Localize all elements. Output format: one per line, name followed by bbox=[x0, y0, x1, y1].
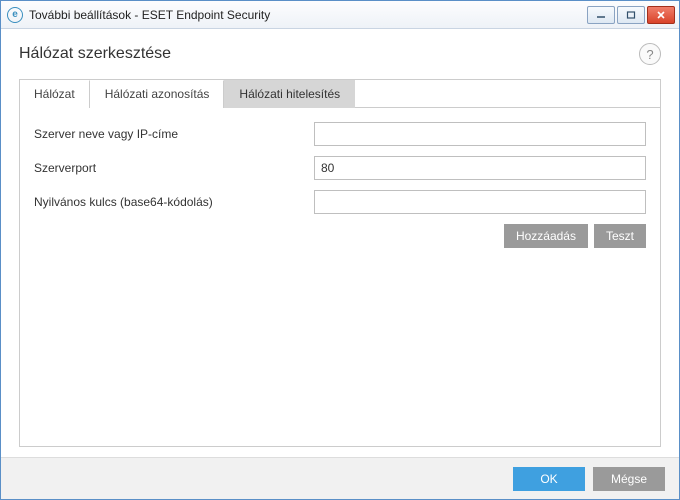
input-server-name[interactable] bbox=[314, 122, 646, 146]
window-title: További beállítások - ESET Endpoint Secu… bbox=[29, 8, 587, 22]
input-server-port[interactable] bbox=[314, 156, 646, 180]
app-icon: e bbox=[7, 7, 23, 23]
window-frame: e További beállítások - ESET Endpoint Se… bbox=[0, 0, 680, 500]
label-public-key: Nyilvános kulcs (base64-kódolás) bbox=[34, 195, 314, 209]
button-label: OK bbox=[540, 472, 557, 486]
button-label: Teszt bbox=[606, 229, 634, 243]
row-server-port: Szerverport bbox=[34, 156, 646, 180]
button-label: Mégse bbox=[611, 472, 647, 486]
label-server-port: Szerverport bbox=[34, 161, 314, 175]
ok-button[interactable]: OK bbox=[513, 467, 585, 491]
form-button-row: Hozzáadás Teszt bbox=[34, 224, 646, 248]
label-server-name: Szerver neve vagy IP-címe bbox=[34, 127, 314, 141]
tab-network-authentication[interactable]: Hálózati hitelesítés bbox=[224, 80, 355, 108]
row-server-name: Szerver neve vagy IP-címe bbox=[34, 122, 646, 146]
tab-label: Hálózati hitelesítés bbox=[239, 87, 340, 101]
tab-label: Hálózat bbox=[34, 87, 75, 101]
test-button[interactable]: Teszt bbox=[594, 224, 646, 248]
cancel-button[interactable]: Mégse bbox=[593, 467, 665, 491]
tab-panel: Hálózat Hálózati azonosítás Hálózati hit… bbox=[19, 79, 661, 447]
maximize-button[interactable] bbox=[617, 6, 645, 24]
tab-strip: Hálózat Hálózati azonosítás Hálózati hit… bbox=[20, 80, 660, 108]
row-public-key: Nyilvános kulcs (base64-kódolás) bbox=[34, 190, 646, 214]
footer: OK Mégse bbox=[1, 457, 679, 499]
minimize-button[interactable] bbox=[587, 6, 615, 24]
tab-network[interactable]: Hálózat bbox=[20, 80, 90, 108]
header-row: Hálózat szerkesztése ? bbox=[19, 43, 661, 65]
window-controls bbox=[587, 6, 675, 24]
tab-network-identification[interactable]: Hálózati azonosítás bbox=[90, 80, 225, 108]
help-icon[interactable]: ? bbox=[639, 43, 661, 65]
tab-content: Szerver neve vagy IP-címe Szerverport Ny… bbox=[20, 108, 660, 446]
tab-label: Hálózati azonosítás bbox=[105, 87, 210, 101]
titlebar[interactable]: e További beállítások - ESET Endpoint Se… bbox=[1, 1, 679, 29]
page-title: Hálózat szerkesztése bbox=[19, 45, 171, 63]
close-button[interactable] bbox=[647, 6, 675, 24]
window-body: Hálózat szerkesztése ? Hálózat Hálózati … bbox=[1, 29, 679, 457]
button-label: Hozzáadás bbox=[516, 229, 576, 243]
add-button[interactable]: Hozzáadás bbox=[504, 224, 588, 248]
input-public-key[interactable] bbox=[314, 190, 646, 214]
